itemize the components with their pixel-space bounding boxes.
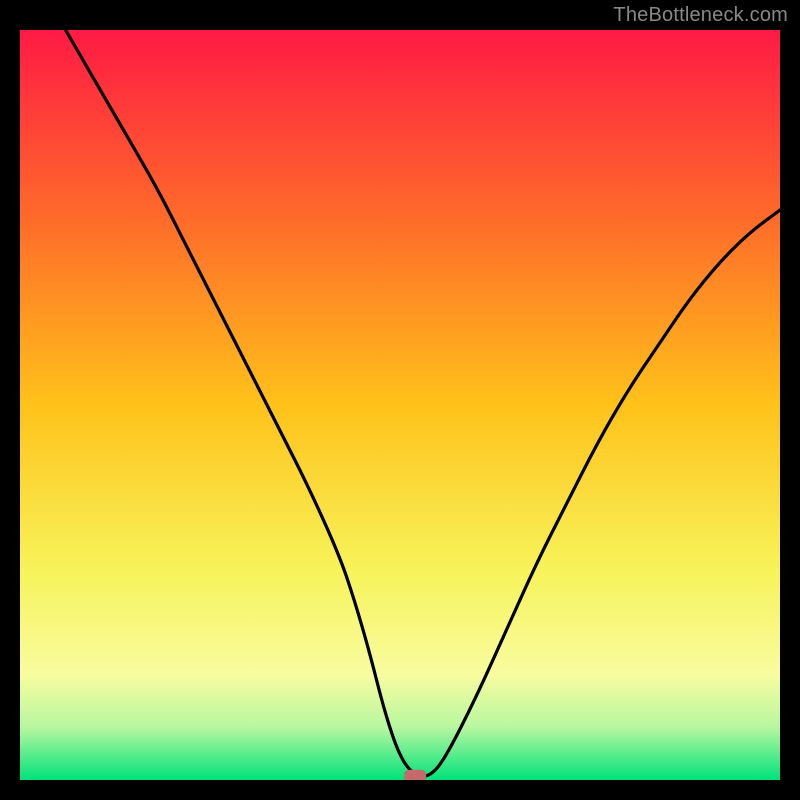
chart-stage: TheBottleneck.com bbox=[0, 0, 800, 800]
chart-plot-area bbox=[20, 30, 780, 780]
optimum-marker bbox=[404, 770, 426, 780]
chart-svg bbox=[20, 30, 780, 780]
watermark-text: TheBottleneck.com bbox=[613, 4, 788, 27]
chart-background bbox=[20, 30, 780, 780]
